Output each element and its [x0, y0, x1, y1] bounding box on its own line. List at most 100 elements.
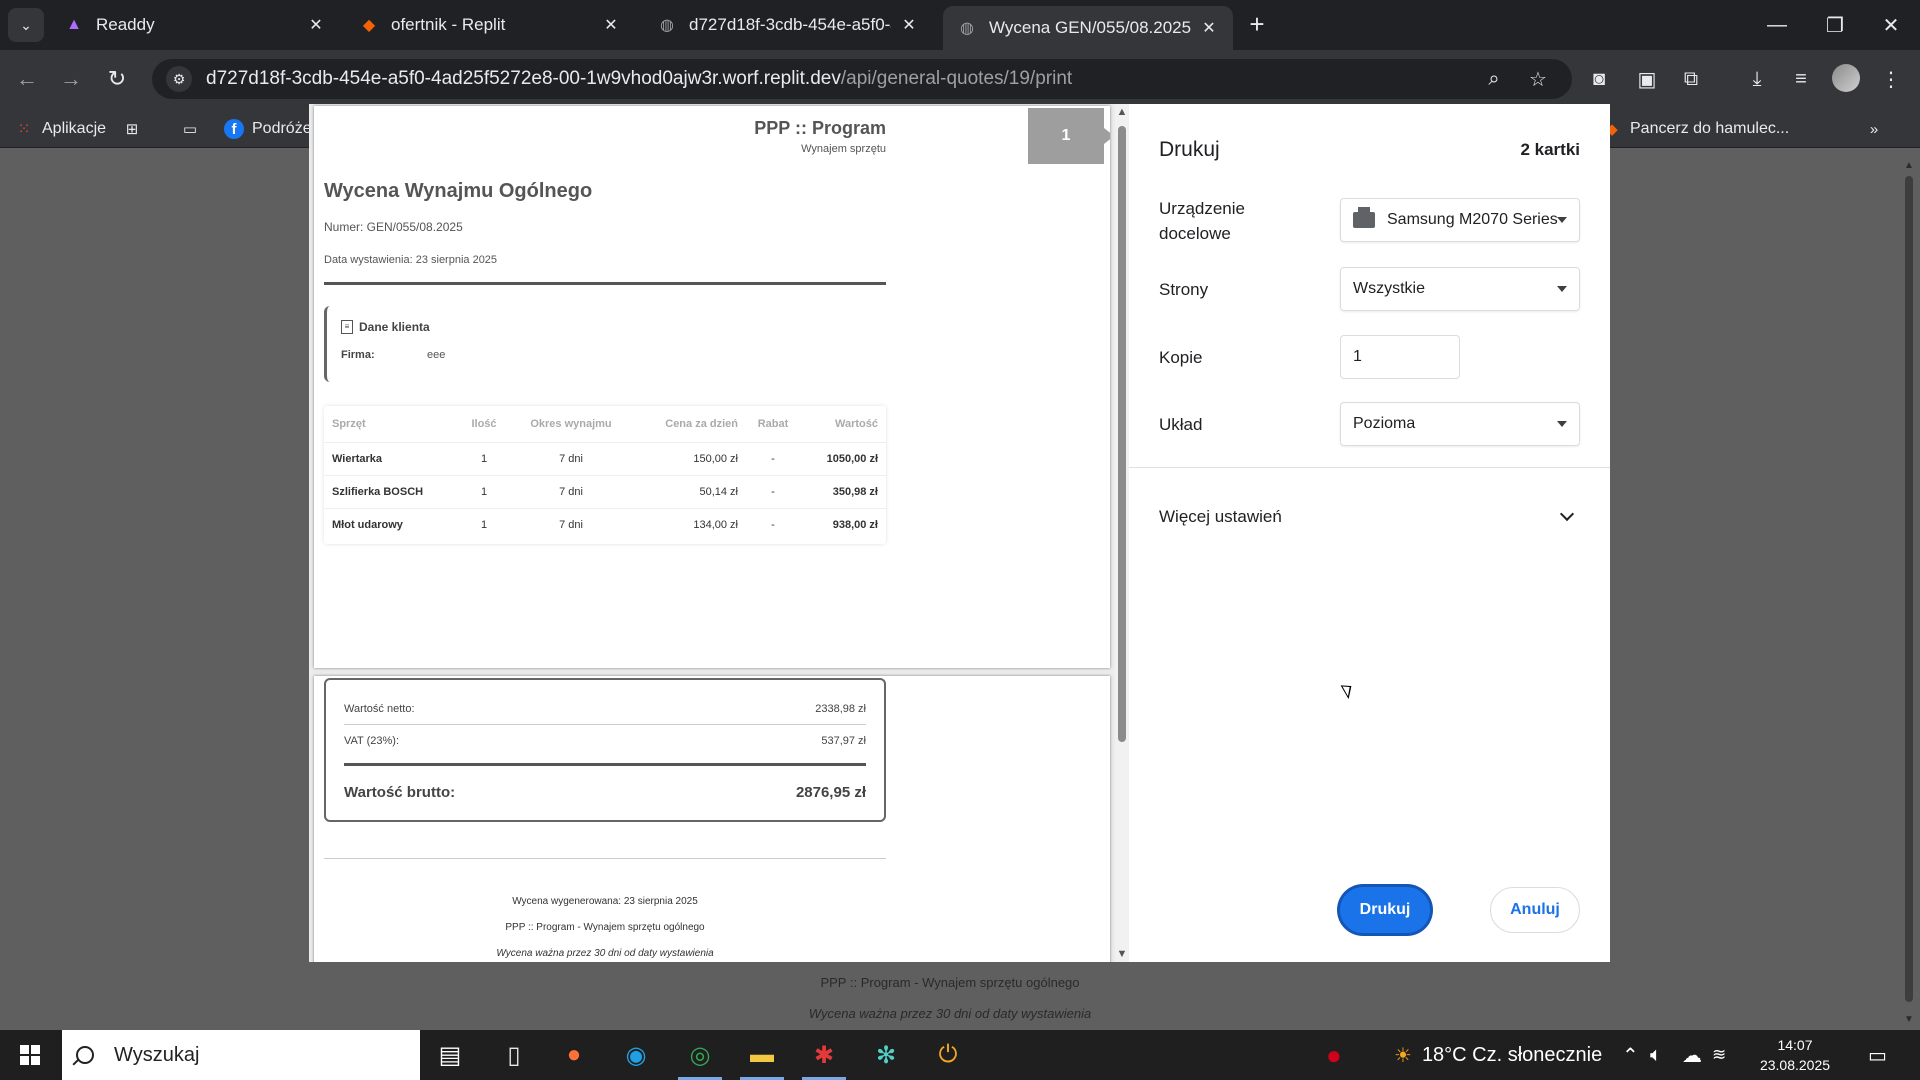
- preview-scrollbar-thumb[interactable]: [1118, 126, 1126, 742]
- wifi-icon[interactable]: ≋: [1712, 1030, 1726, 1080]
- tab-strip: ⌄ ▲ Readdy ✕ ◆ ofertnik - Replit ✕ ◍ d72…: [0, 0, 1920, 50]
- page-number-badge: 1: [1028, 108, 1110, 164]
- table-cell: -: [738, 474, 808, 508]
- close-icon[interactable]: ✕: [306, 15, 326, 35]
- destination-select[interactable]: Samsung M2070 Series: [1340, 198, 1580, 242]
- bookmark-star-icon[interactable]: ☆: [1520, 59, 1556, 99]
- start-button[interactable]: [0, 1030, 60, 1080]
- copies-input[interactable]: 1: [1340, 335, 1460, 379]
- power-app-icon[interactable]: ⏻: [920, 1030, 976, 1080]
- new-tab-button[interactable]: +: [1240, 10, 1274, 40]
- table-cell: 50,14 zł: [628, 474, 738, 508]
- table-row: Wiertarka 1 7 dni 150,00 zł - 1050,00 zł: [324, 441, 886, 475]
- close-icon[interactable]: ✕: [601, 15, 621, 35]
- navigation-bar: ← → ↻ ⚙ d727d18f-3cdb-454e-a5f0-4ad25f52…: [0, 50, 1920, 108]
- globe-icon: ◍: [660, 17, 674, 34]
- task-view-icon[interactable]: ▤: [422, 1030, 478, 1080]
- site-info-icon[interactable]: ⚙: [166, 66, 192, 92]
- download-icon[interactable]: ⤓: [1738, 60, 1776, 98]
- folder-icon[interactable]: ▭: [180, 116, 208, 142]
- file-icon[interactable]: ▯: [486, 1030, 542, 1080]
- restore-button[interactable]: ❐: [1806, 0, 1864, 50]
- page-scrollbar-thumb[interactable]: [1905, 176, 1913, 1002]
- address-bar[interactable]: ⚙ d727d18f-3cdb-454e-a5f0-4ad25f5272e8-0…: [152, 59, 1572, 99]
- profile-avatar[interactable]: [1832, 64, 1860, 92]
- taskbar-search[interactable]: Wyszukaj: [62, 1030, 420, 1080]
- items-table: Sprzęt Ilość Okres wynajmu Cena za dzień…: [324, 406, 886, 541]
- layout-label: Układ: [1159, 415, 1203, 434]
- media-control-icon[interactable]: ≡: [1782, 60, 1820, 98]
- app-red-icon[interactable]: ✱: [796, 1030, 852, 1080]
- apps-grid-icon: ⁙: [17, 121, 31, 138]
- preview-scrollbar[interactable]: ▲ ▼: [1115, 104, 1129, 962]
- extension-badge-icon[interactable]: ▣: [1628, 60, 1666, 98]
- vat-row: VAT (23%): 537,97 zł: [344, 734, 866, 747]
- antivirus-icon[interactable]: ●: [1326, 1030, 1342, 1080]
- more-settings-toggle[interactable]: Więcej ustawień: [1159, 502, 1580, 532]
- bookmark-pancerz[interactable]: ◆ Pancerz do hamulec...: [1602, 116, 1789, 142]
- zoom-icon[interactable]: ⌕: [1476, 59, 1512, 99]
- close-icon[interactable]: ✕: [899, 15, 919, 35]
- bookmark-apps[interactable]: ⁙ Aplikacje: [14, 116, 106, 142]
- minimize-button[interactable]: —: [1748, 0, 1806, 50]
- volume-icon[interactable]: 🔈︎: [1650, 1030, 1662, 1080]
- footer-validity: Wycena ważna przez 30 dni od daty wystaw…: [496, 948, 714, 959]
- scroll-up-icon[interactable]: ▲: [1115, 106, 1129, 118]
- weather-widget[interactable]: ☀ 18°C Cz. słonecznie: [1394, 1030, 1602, 1080]
- tab-quote-print[interactable]: ◍ Wycena GEN/055/08.2025 - PPP ✕: [943, 6, 1233, 50]
- divider: [344, 763, 866, 766]
- cancel-button[interactable]: Anuluj: [1490, 887, 1580, 933]
- pages-select[interactable]: Wszystkie: [1340, 267, 1580, 311]
- windows-logo-icon: [20, 1045, 40, 1065]
- layout-select[interactable]: Pozioma: [1340, 402, 1580, 446]
- document-title: Wycena Wynajmu Ogólnego: [324, 180, 593, 202]
- scroll-down-icon[interactable]: ▼: [1115, 948, 1129, 960]
- tab-replit[interactable]: ◆ ofertnik - Replit ✕: [345, 6, 635, 44]
- extensions-puzzle-icon[interactable]: ⧉: [1672, 60, 1710, 98]
- chevron-up-icon[interactable]: ⌃: [1622, 1030, 1639, 1080]
- screenshot-icon[interactable]: ◙: [1580, 60, 1618, 98]
- copies-label: Kopie: [1159, 348, 1203, 367]
- table-cell: 134,00 zł: [628, 507, 738, 541]
- tab-groups-icon[interactable]: ⊞: [122, 116, 150, 142]
- notifications-icon[interactable]: ▭: [1868, 1030, 1887, 1080]
- menu-kebab-icon[interactable]: ⋮: [1872, 60, 1910, 98]
- search-icon: [76, 1046, 94, 1064]
- more-bookmarks-icon[interactable]: »: [1864, 116, 1892, 142]
- column-header: Ilość: [471, 417, 497, 430]
- table-cell: -: [738, 441, 808, 475]
- bookmark-podroze[interactable]: f Podróże: [224, 116, 312, 142]
- clock[interactable]: 14:07 23.08.2025: [1742, 1035, 1848, 1075]
- page-scrollbar[interactable]: ▲ ▼: [1902, 160, 1916, 1026]
- tab-readdy[interactable]: ▲ Readdy ✕: [50, 6, 340, 44]
- table-row: Młot udarowy 1 7 dni 134,00 zł - 938,00 …: [324, 507, 886, 541]
- forward-button[interactable]: →: [52, 60, 90, 98]
- net-total-row: Wartość netto: 2338,98 zł: [344, 694, 866, 725]
- app-teal-icon[interactable]: ✻: [858, 1030, 914, 1080]
- back-button[interactable]: ←: [8, 60, 46, 98]
- table-row: Szlifierka BOSCH 1 7 dni 50,14 zł - 350,…: [324, 474, 886, 508]
- file-explorer-icon[interactable]: ▬: [734, 1030, 790, 1080]
- reload-button[interactable]: ↻: [98, 60, 136, 98]
- firefox-icon[interactable]: ●: [546, 1030, 602, 1080]
- document-number: Numer: GEN/055/08.2025: [324, 220, 463, 234]
- client-section: ≡ Dane klienta Firma: eee: [324, 306, 504, 382]
- tab-api[interactable]: ◍ d727d18f-3cdb-454e-a5f0-4ad2 ✕: [643, 6, 933, 44]
- close-window-button[interactable]: ✕: [1862, 0, 1920, 50]
- tab-search-button[interactable]: ⌄: [8, 8, 44, 42]
- table-cell: -: [738, 507, 808, 541]
- column-header: Sprzęt: [332, 417, 366, 430]
- weather-icon: ☀: [1394, 1044, 1412, 1067]
- table-cell: 1: [454, 507, 514, 541]
- table-cell: 1: [454, 474, 514, 508]
- table-cell: 150,00 zł: [628, 441, 738, 475]
- chrome-icon[interactable]: ◎: [672, 1030, 728, 1080]
- print-button[interactable]: Drukuj: [1340, 887, 1430, 933]
- edge-icon[interactable]: ◉: [608, 1030, 664, 1080]
- client-section-title: Dane klienta: [359, 320, 430, 334]
- onedrive-icon[interactable]: ☁: [1682, 1030, 1702, 1080]
- replit-icon: ◆: [362, 17, 376, 34]
- close-icon[interactable]: ✕: [1199, 18, 1219, 38]
- footer-program: PPP :: Program - Wynajem sprzętu ogólneg…: [505, 922, 705, 933]
- printer-icon: [1353, 207, 1375, 228]
